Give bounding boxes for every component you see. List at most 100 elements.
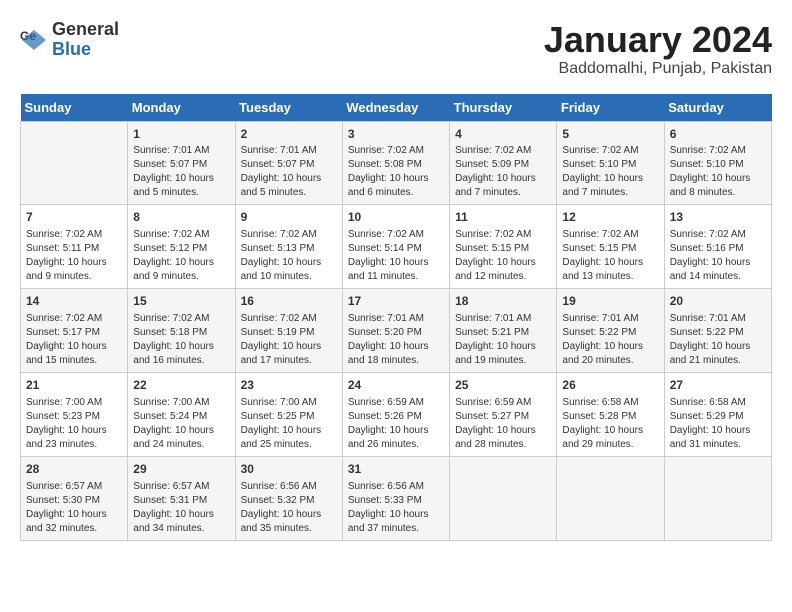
day-number: 29 (133, 461, 229, 478)
title-block: January 2024 Baddomalhi, Punjab, Pakista… (544, 20, 772, 78)
day-info: Sunrise: 7:01 AMSunset: 5:20 PMDaylight:… (348, 312, 444, 368)
header-monday: Monday (128, 94, 235, 122)
calendar-cell: 10 Sunrise: 7:02 AMSunset: 5:14 PMDayligh… (342, 205, 449, 289)
day-number: 10 (348, 209, 444, 226)
calendar-cell: 7 Sunrise: 7:02 AMSunset: 5:11 PMDaylight… (21, 205, 128, 289)
day-info: Sunrise: 7:01 AMSunset: 5:07 PMDaylight:… (241, 144, 337, 200)
day-number: 17 (348, 293, 444, 310)
day-number: 8 (133, 209, 229, 226)
calendar-cell: 20 Sunrise: 7:01 AMSunset: 5:22 PMDayligh… (664, 289, 771, 373)
day-info: Sunrise: 7:02 AMSunset: 5:08 PMDaylight:… (348, 144, 444, 200)
day-info: Sunrise: 7:02 AMSunset: 5:18 PMDaylight:… (133, 312, 229, 368)
day-number: 18 (455, 293, 551, 310)
calendar-cell: 5Sunrise: 7:02 AMSunset: 5:10 PMDaylight… (557, 121, 664, 205)
calendar-cell: 18Sunrise: 7:01 AMSunset: 5:21 PMDayligh… (450, 289, 557, 373)
calendar-cell: 13 Sunrise: 7:02 AMSunset: 5:16 PMDayligh… (664, 205, 771, 289)
calendar-cell: 29 Sunrise: 6:57 AMSunset: 5:31 PMDayligh… (128, 456, 235, 540)
calendar-cell: 6Sunrise: 7:02 AMSunset: 5:10 PMDaylight… (664, 121, 771, 205)
day-info: Sunrise: 7:02 AMSunset: 5:13 PMDaylight:… (241, 228, 337, 284)
calendar-cell: 27Sunrise: 6:58 AMSunset: 5:29 PMDayligh… (664, 372, 771, 456)
day-info: Sunrise: 7:02 AMSunset: 5:16 PMDaylight:… (670, 228, 766, 284)
calendar-week-row: 7 Sunrise: 7:02 AMSunset: 5:11 PMDaylight… (21, 205, 772, 289)
day-number: 14 (26, 293, 122, 310)
calendar-cell: 1Sunrise: 7:01 AMSunset: 5:07 PMDaylight… (128, 121, 235, 205)
day-info: Sunrise: 6:56 AMSunset: 5:33 PMDaylight:… (348, 480, 444, 536)
day-number: 4 (455, 126, 551, 143)
day-info: Sunrise: 6:58 AMSunset: 5:28 PMDaylight:… (562, 396, 658, 452)
calendar-week-row: 28Sunrise: 6:57 AMSunset: 5:30 PMDayligh… (21, 456, 772, 540)
calendar-week-row: 1Sunrise: 7:01 AMSunset: 5:07 PMDaylight… (21, 121, 772, 205)
day-info: Sunrise: 7:01 AMSunset: 5:22 PMDaylight:… (670, 312, 766, 368)
day-number: 7 (26, 209, 122, 226)
calendar-week-row: 21 Sunrise: 7:00 AMSunset: 5:23 PMDayligh… (21, 372, 772, 456)
calendar-cell: 16Sunrise: 7:02 AMSunset: 5:19 PMDayligh… (235, 289, 342, 373)
day-info: Sunrise: 7:00 AMSunset: 5:23 PMDaylight:… (26, 396, 122, 452)
calendar-table: SundayMondayTuesdayWednesdayThursdayFrid… (20, 94, 772, 541)
calendar-header-row: SundayMondayTuesdayWednesdayThursdayFrid… (21, 94, 772, 122)
calendar-week-row: 14 Sunrise: 7:02 AMSunset: 5:17 PMDayligh… (21, 289, 772, 373)
day-number: 30 (241, 461, 337, 478)
calendar-cell: 22Sunrise: 7:00 AMSunset: 5:24 PMDayligh… (128, 372, 235, 456)
day-number: 31 (348, 461, 444, 478)
calendar-cell (557, 456, 664, 540)
day-info: Sunrise: 7:02 AMSunset: 5:09 PMDaylight:… (455, 144, 551, 200)
day-info: Sunrise: 7:02 AMSunset: 5:10 PMDaylight:… (670, 144, 766, 200)
calendar-cell: 12Sunrise: 7:02 AMSunset: 5:15 PMDayligh… (557, 205, 664, 289)
calendar-cell: 31 Sunrise: 6:56 AMSunset: 5:33 PMDayligh… (342, 456, 449, 540)
calendar-cell: 8 Sunrise: 7:02 AMSunset: 5:12 PMDaylight… (128, 205, 235, 289)
day-info: Sunrise: 7:02 AMSunset: 5:11 PMDaylight:… (26, 228, 122, 284)
calendar-cell: 23Sunrise: 7:00 AMSunset: 5:25 PMDayligh… (235, 372, 342, 456)
day-number: 20 (670, 293, 766, 310)
header-tuesday: Tuesday (235, 94, 342, 122)
day-info: Sunrise: 7:02 AMSunset: 5:10 PMDaylight:… (562, 144, 658, 200)
calendar-cell: 4Sunrise: 7:02 AMSunset: 5:09 PMDaylight… (450, 121, 557, 205)
day-info: Sunrise: 6:59 AMSunset: 5:26 PMDaylight:… (348, 396, 444, 452)
day-number: 2 (241, 126, 337, 143)
day-number: 23 (241, 377, 337, 394)
day-number: 22 (133, 377, 229, 394)
day-number: 6 (670, 126, 766, 143)
day-info: Sunrise: 7:02 AMSunset: 5:12 PMDaylight:… (133, 228, 229, 284)
logo-icon: Ge (20, 26, 48, 54)
day-number: 13 (670, 209, 766, 226)
calendar-title: January 2024 (544, 20, 772, 60)
calendar-cell (450, 456, 557, 540)
day-info: Sunrise: 7:01 AMSunset: 5:07 PMDaylight:… (133, 144, 229, 200)
calendar-cell: 28Sunrise: 6:57 AMSunset: 5:30 PMDayligh… (21, 456, 128, 540)
day-number: 9 (241, 209, 337, 226)
day-info: Sunrise: 7:02 AMSunset: 5:14 PMDaylight:… (348, 228, 444, 284)
day-info: Sunrise: 7:02 AMSunset: 5:19 PMDaylight:… (241, 312, 337, 368)
calendar-cell: 9 Sunrise: 7:02 AMSunset: 5:13 PMDaylight… (235, 205, 342, 289)
logo: Ge General Blue (20, 20, 119, 60)
calendar-cell: 24Sunrise: 6:59 AMSunset: 5:26 PMDayligh… (342, 372, 449, 456)
logo-text-general: General Blue (52, 20, 119, 60)
day-info: Sunrise: 6:59 AMSunset: 5:27 PMDaylight:… (455, 396, 551, 452)
calendar-cell (664, 456, 771, 540)
day-info: Sunrise: 7:02 AMSunset: 5:15 PMDaylight:… (455, 228, 551, 284)
day-info: Sunrise: 6:56 AMSunset: 5:32 PMDaylight:… (241, 480, 337, 536)
calendar-cell: 17 Sunrise: 7:01 AMSunset: 5:20 PMDayligh… (342, 289, 449, 373)
day-info: Sunrise: 6:57 AMSunset: 5:31 PMDaylight:… (133, 480, 229, 536)
day-info: Sunrise: 6:58 AMSunset: 5:29 PMDaylight:… (670, 396, 766, 452)
day-number: 1 (133, 126, 229, 143)
calendar-cell: 11 Sunrise: 7:02 AMSunset: 5:15 PMDayligh… (450, 205, 557, 289)
day-number: 26 (562, 377, 658, 394)
day-info: Sunrise: 7:02 AMSunset: 5:17 PMDaylight:… (26, 312, 122, 368)
header-wednesday: Wednesday (342, 94, 449, 122)
calendar-cell: 19Sunrise: 7:01 AMSunset: 5:22 PMDayligh… (557, 289, 664, 373)
header-friday: Friday (557, 94, 664, 122)
page-header: Ge General Blue January 2024 Baddomalhi,… (20, 20, 772, 78)
calendar-cell: 25 Sunrise: 6:59 AMSunset: 5:27 PMDayligh… (450, 372, 557, 456)
day-info: Sunrise: 7:02 AMSunset: 5:15 PMDaylight:… (562, 228, 658, 284)
day-number: 25 (455, 377, 551, 394)
calendar-cell: 30 Sunrise: 6:56 AMSunset: 5:32 PMDayligh… (235, 456, 342, 540)
day-number: 3 (348, 126, 444, 143)
calendar-cell: 21 Sunrise: 7:00 AMSunset: 5:23 PMDayligh… (21, 372, 128, 456)
day-number: 5 (562, 126, 658, 143)
calendar-subtitle: Baddomalhi, Punjab, Pakistan (544, 60, 772, 78)
day-number: 15 (133, 293, 229, 310)
day-number: 11 (455, 209, 551, 226)
day-number: 21 (26, 377, 122, 394)
calendar-cell: 15 Sunrise: 7:02 AMSunset: 5:18 PMDayligh… (128, 289, 235, 373)
day-info: Sunrise: 6:57 AMSunset: 5:30 PMDaylight:… (26, 480, 122, 536)
